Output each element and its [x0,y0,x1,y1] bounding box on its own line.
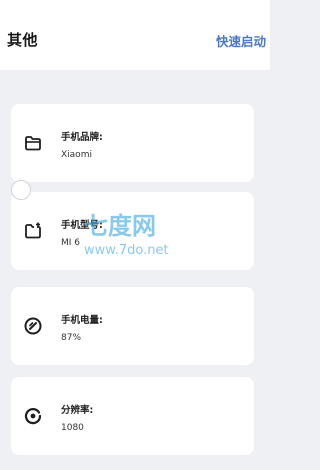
info-card-model: 手机型号: MI 6 [11,192,254,270]
folder-icon [23,133,43,153]
floating-handle[interactable] [11,180,31,200]
info-card-battery: 手机电量: 87% [11,287,254,365]
info-card-brand: 手机品牌: Xiaomi [11,104,254,182]
battery-icon [23,316,43,336]
folder-add-icon [23,221,43,241]
model-label: 手机型号: [61,220,103,231]
brand-label: 手机品牌: [61,132,103,143]
page-title: 其他 [7,31,39,49]
resolution-value: 1080 [61,423,84,433]
quick-start-button[interactable]: 快速启动 [216,31,266,50]
resolution-icon [23,406,43,426]
brand-value: Xiaomi [61,150,92,160]
battery-value: 87% [61,333,82,343]
model-value: MI 6 [61,238,81,248]
screen: 其他 快速启动 手机品牌: Xiaomi 手机型号: MI 6 手机电量: 87… [0,0,270,470]
resolution-label: 分辨率: [61,405,94,416]
info-card-resolution: 分辨率: 1080 [11,377,254,455]
top-bar: 其他 快速启动 [0,0,270,70]
battery-label: 手机电量: [61,315,103,326]
